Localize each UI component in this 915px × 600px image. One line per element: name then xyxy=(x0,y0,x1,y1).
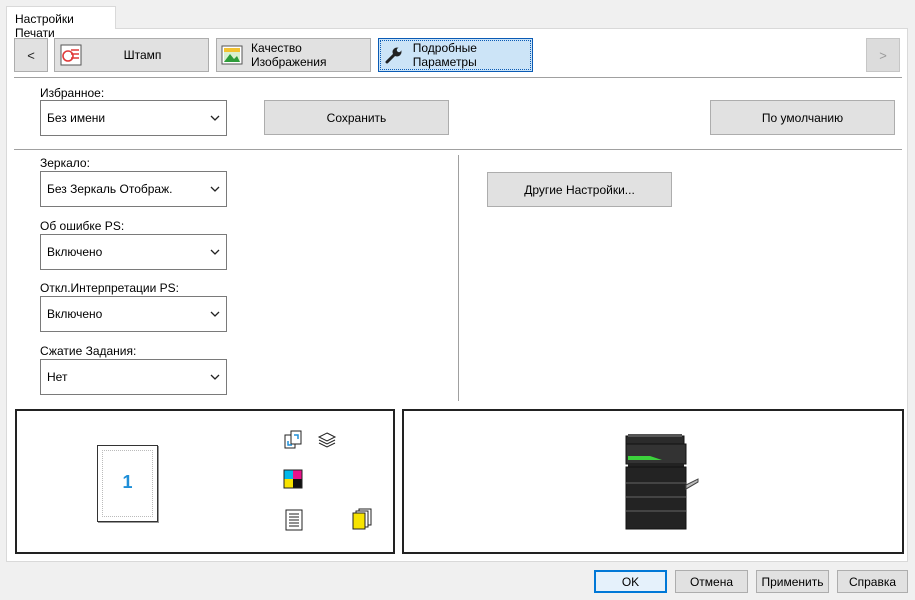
duplex-copies-icon xyxy=(283,429,305,454)
advanced-params-button-label: Подробные Параметры xyxy=(412,41,477,69)
toolbar-next-button[interactable]: > xyxy=(866,38,900,72)
divider xyxy=(14,149,902,150)
printer-preview xyxy=(402,409,904,554)
mirror-label: Зеркало: xyxy=(40,156,90,170)
wrench-icon xyxy=(383,43,405,67)
compress-value: Нет xyxy=(47,370,68,384)
chevron-down-icon xyxy=(210,374,220,380)
chevron-down-icon xyxy=(210,311,220,317)
compress-label: Сжатие Задания: xyxy=(40,344,137,358)
stamp-button-label: Штамп xyxy=(123,48,162,62)
ps-interp-value: Включено xyxy=(47,307,103,321)
vertical-divider xyxy=(458,155,459,401)
favorites-value: Без имени xyxy=(47,111,106,125)
mirror-value: Без Зеркаль Отображ. xyxy=(47,182,173,196)
other-settings-button[interactable]: Другие Настройки... xyxy=(487,172,672,207)
toolbar-prev-button[interactable]: < xyxy=(14,38,48,72)
default-button[interactable]: По умолчанию xyxy=(710,100,895,135)
help-button[interactable]: Справка xyxy=(837,570,908,593)
ps-interp-select[interactable]: Включено xyxy=(40,296,227,332)
printer-icon xyxy=(622,433,702,536)
chevron-down-icon xyxy=(210,186,220,192)
ps-error-select[interactable]: Включено xyxy=(40,234,227,270)
image-quality-button-label: Качество Изображения xyxy=(251,41,327,69)
chevron-down-icon xyxy=(210,115,220,121)
apply-button[interactable]: Применить xyxy=(756,570,829,593)
save-button[interactable]: Сохранить xyxy=(264,100,449,135)
document-preview: 1 xyxy=(15,409,395,554)
page-number: 1 xyxy=(122,472,133,492)
favorites-select[interactable]: Без имени xyxy=(40,100,227,136)
advanced-params-button[interactable]: Подробные Параметры xyxy=(378,38,533,72)
ps-error-value: Включено xyxy=(47,245,103,259)
favorites-label: Избранное: xyxy=(40,86,105,100)
color-mode-icon xyxy=(283,469,303,492)
tab-print-settings[interactable]: Настройки Печати xyxy=(6,6,116,40)
ps-error-label: Об ошибке PS: xyxy=(40,219,125,233)
image-quality-icon xyxy=(221,43,243,67)
ps-interp-label: Откл.Интерпретации PS: xyxy=(40,281,179,295)
stamp-button[interactable]: Штамп xyxy=(54,38,209,72)
mirror-select[interactable]: Без Зеркаль Отображ. xyxy=(40,171,227,207)
ok-button[interactable]: OK xyxy=(594,570,667,593)
compress-select[interactable]: Нет xyxy=(40,359,227,395)
image-quality-button[interactable]: Качество Изображения xyxy=(216,38,371,72)
page-thumbnail: 1 xyxy=(97,445,158,522)
chevron-down-icon xyxy=(210,249,220,255)
cancel-button[interactable]: Отмена xyxy=(675,570,748,593)
divider xyxy=(14,77,902,78)
stack-icon xyxy=(317,431,337,452)
document-icon xyxy=(285,509,303,534)
stamp-icon xyxy=(59,43,83,67)
paper-yellow-icon xyxy=(351,507,373,534)
